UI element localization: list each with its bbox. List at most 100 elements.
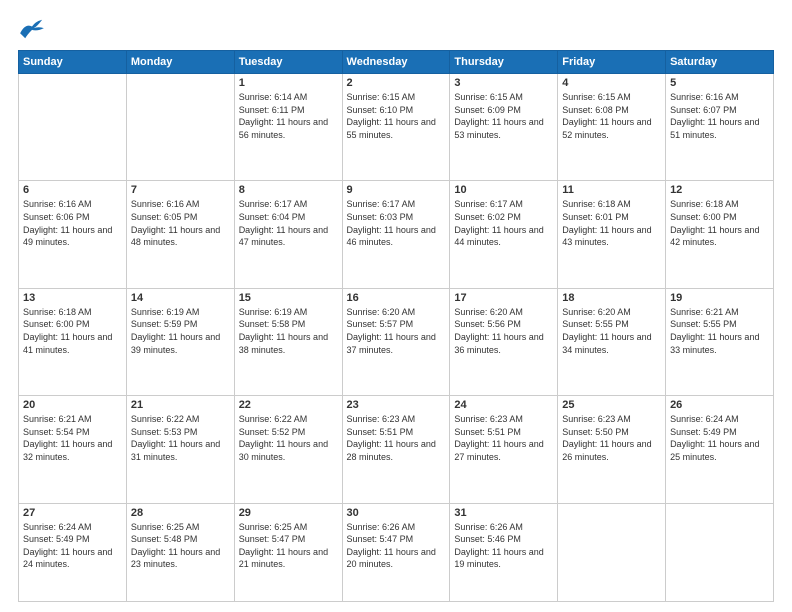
day-number: 23 xyxy=(347,399,446,411)
day-number: 5 xyxy=(670,77,769,89)
calendar-day-header: Sunday xyxy=(19,51,127,74)
calendar-cell xyxy=(19,74,127,181)
day-info: Sunrise: 6:22 AM Sunset: 5:53 PM Dayligh… xyxy=(131,413,230,463)
day-info: Sunrise: 6:25 AM Sunset: 5:48 PM Dayligh… xyxy=(131,521,230,571)
day-info: Sunrise: 6:18 AM Sunset: 6:01 PM Dayligh… xyxy=(562,198,661,248)
day-info: Sunrise: 6:15 AM Sunset: 6:08 PM Dayligh… xyxy=(562,91,661,141)
calendar-cell: 1 Sunrise: 6:14 AM Sunset: 6:11 PM Daylig… xyxy=(234,74,342,181)
day-info: Sunrise: 6:18 AM Sunset: 6:00 PM Dayligh… xyxy=(670,198,769,248)
day-number: 30 xyxy=(347,507,446,519)
day-info: Sunrise: 6:14 AM Sunset: 6:11 PM Dayligh… xyxy=(239,91,338,141)
day-info: Sunrise: 6:20 AM Sunset: 5:55 PM Dayligh… xyxy=(562,306,661,356)
calendar-cell: 17Sunrise: 6:20 AM Sunset: 5:56 PM Dayli… xyxy=(450,288,558,395)
day-number: 16 xyxy=(347,292,446,304)
calendar-week-row: 13 Sunrise: 6:18 AM Sunset: 6:00 PM Dayli… xyxy=(19,288,774,395)
day-info: Sunrise: 6:23 AM Sunset: 5:51 PM Dayligh… xyxy=(347,413,446,463)
calendar-cell: 8 Sunrise: 6:17 AM Sunset: 6:04 PM Daylig… xyxy=(234,181,342,288)
day-info: Sunrise: 6:25 AM Sunset: 5:47 PM Dayligh… xyxy=(239,521,338,571)
day-number: 25 xyxy=(562,399,661,411)
calendar-cell: 2 Sunrise: 6:15 AM Sunset: 6:10 PM Daylig… xyxy=(342,74,450,181)
day-number: 3 xyxy=(454,77,553,89)
calendar-week-row: 6 Sunrise: 6:16 AM Sunset: 6:06 PM Daylig… xyxy=(19,181,774,288)
day-number: 10 xyxy=(454,184,553,196)
calendar-day-header: Thursday xyxy=(450,51,558,74)
header xyxy=(18,18,774,40)
day-number: 9 xyxy=(347,184,446,196)
calendar-week-row: 27 Sunrise: 6:24 AM Sunset: 5:49 PM Dayli… xyxy=(19,503,774,601)
calendar-day-header: Saturday xyxy=(666,51,774,74)
calendar-cell: 29Sunrise: 6:25 AM Sunset: 5:47 PM Dayli… xyxy=(234,503,342,601)
day-number: 2 xyxy=(347,77,446,89)
calendar-cell: 14 Sunrise: 6:19 AM Sunset: 5:59 PM Dayli… xyxy=(126,288,234,395)
day-info: Sunrise: 6:23 AM Sunset: 5:51 PM Dayligh… xyxy=(454,413,553,463)
day-info: Sunrise: 6:24 AM Sunset: 5:49 PM Dayligh… xyxy=(23,521,122,571)
calendar-day-header: Monday xyxy=(126,51,234,74)
calendar-cell: 4 Sunrise: 6:15 AM Sunset: 6:08 PM Daylig… xyxy=(558,74,666,181)
day-number: 7 xyxy=(131,184,230,196)
calendar-cell: 11 Sunrise: 6:18 AM Sunset: 6:01 PM Dayli… xyxy=(558,181,666,288)
calendar-day-header: Wednesday xyxy=(342,51,450,74)
day-info: Sunrise: 6:16 AM Sunset: 6:07 PM Dayligh… xyxy=(670,91,769,141)
day-info: Sunrise: 6:19 AM Sunset: 5:59 PM Dayligh… xyxy=(131,306,230,356)
calendar-cell: 30Sunrise: 6:26 AM Sunset: 5:47 PM Dayli… xyxy=(342,503,450,601)
day-info: Sunrise: 6:17 AM Sunset: 6:03 PM Dayligh… xyxy=(347,198,446,248)
calendar-cell: 16Sunrise: 6:20 AM Sunset: 5:57 PM Dayli… xyxy=(342,288,450,395)
day-number: 15 xyxy=(239,292,338,304)
day-info: Sunrise: 6:15 AM Sunset: 6:10 PM Dayligh… xyxy=(347,91,446,141)
calendar-cell: 13 Sunrise: 6:18 AM Sunset: 6:00 PM Dayli… xyxy=(19,288,127,395)
page: SundayMondayTuesdayWednesdayThursdayFrid… xyxy=(0,0,792,612)
calendar-cell: 15 Sunrise: 6:19 AM Sunset: 5:58 PM Dayli… xyxy=(234,288,342,395)
calendar-cell: 26 Sunrise: 6:24 AM Sunset: 5:49 PM Dayli… xyxy=(666,396,774,503)
day-number: 20 xyxy=(23,399,122,411)
calendar-cell: 9 Sunrise: 6:17 AM Sunset: 6:03 PM Daylig… xyxy=(342,181,450,288)
calendar-cell: 23 Sunrise: 6:23 AM Sunset: 5:51 PM Dayli… xyxy=(342,396,450,503)
calendar-day-header: Tuesday xyxy=(234,51,342,74)
day-info: Sunrise: 6:17 AM Sunset: 6:02 PM Dayligh… xyxy=(454,198,553,248)
day-number: 1 xyxy=(239,77,338,89)
day-number: 4 xyxy=(562,77,661,89)
day-number: 18 xyxy=(562,292,661,304)
calendar-cell xyxy=(666,503,774,601)
calendar-week-row: 1 Sunrise: 6:14 AM Sunset: 6:11 PM Daylig… xyxy=(19,74,774,181)
day-number: 11 xyxy=(562,184,661,196)
day-number: 14 xyxy=(131,292,230,304)
day-number: 24 xyxy=(454,399,553,411)
day-info: Sunrise: 6:16 AM Sunset: 6:05 PM Dayligh… xyxy=(131,198,230,248)
calendar-cell: 7 Sunrise: 6:16 AM Sunset: 6:05 PM Daylig… xyxy=(126,181,234,288)
day-info: Sunrise: 6:15 AM Sunset: 6:09 PM Dayligh… xyxy=(454,91,553,141)
calendar-cell: 3 Sunrise: 6:15 AM Sunset: 6:09 PM Daylig… xyxy=(450,74,558,181)
calendar-day-header: Friday xyxy=(558,51,666,74)
day-number: 21 xyxy=(131,399,230,411)
day-info: Sunrise: 6:23 AM Sunset: 5:50 PM Dayligh… xyxy=(562,413,661,463)
day-number: 27 xyxy=(23,507,122,519)
calendar-cell xyxy=(126,74,234,181)
day-number: 12 xyxy=(670,184,769,196)
day-number: 31 xyxy=(454,507,553,519)
day-number: 17 xyxy=(454,292,553,304)
day-number: 13 xyxy=(23,292,122,304)
day-info: Sunrise: 6:16 AM Sunset: 6:06 PM Dayligh… xyxy=(23,198,122,248)
calendar-cell: 20Sunrise: 6:21 AM Sunset: 5:54 PM Dayli… xyxy=(19,396,127,503)
day-info: Sunrise: 6:22 AM Sunset: 5:52 PM Dayligh… xyxy=(239,413,338,463)
day-number: 28 xyxy=(131,507,230,519)
day-number: 19 xyxy=(670,292,769,304)
day-info: Sunrise: 6:19 AM Sunset: 5:58 PM Dayligh… xyxy=(239,306,338,356)
calendar-cell: 27 Sunrise: 6:24 AM Sunset: 5:49 PM Dayli… xyxy=(19,503,127,601)
day-number: 8 xyxy=(239,184,338,196)
calendar-cell: 19 Sunrise: 6:21 AM Sunset: 5:55 PM Dayli… xyxy=(666,288,774,395)
day-number: 26 xyxy=(670,399,769,411)
day-info: Sunrise: 6:21 AM Sunset: 5:55 PM Dayligh… xyxy=(670,306,769,356)
calendar-cell: 28 Sunrise: 6:25 AM Sunset: 5:48 PM Dayli… xyxy=(126,503,234,601)
calendar-header-row: SundayMondayTuesdayWednesdayThursdayFrid… xyxy=(19,51,774,74)
day-number: 6 xyxy=(23,184,122,196)
day-info: Sunrise: 6:18 AM Sunset: 6:00 PM Dayligh… xyxy=(23,306,122,356)
calendar-cell: 10 Sunrise: 6:17 AM Sunset: 6:02 PM Dayli… xyxy=(450,181,558,288)
calendar-cell: 21 Sunrise: 6:22 AM Sunset: 5:53 PM Dayli… xyxy=(126,396,234,503)
calendar-cell: 31Sunrise: 6:26 AM Sunset: 5:46 PM Dayli… xyxy=(450,503,558,601)
calendar-cell: 24 Sunrise: 6:23 AM Sunset: 5:51 PM Dayli… xyxy=(450,396,558,503)
day-info: Sunrise: 6:24 AM Sunset: 5:49 PM Dayligh… xyxy=(670,413,769,463)
calendar-table: SundayMondayTuesdayWednesdayThursdayFrid… xyxy=(18,50,774,602)
day-info: Sunrise: 6:17 AM Sunset: 6:04 PM Dayligh… xyxy=(239,198,338,248)
calendar-cell: 22Sunrise: 6:22 AM Sunset: 5:52 PM Dayli… xyxy=(234,396,342,503)
calendar-cell: 6 Sunrise: 6:16 AM Sunset: 6:06 PM Daylig… xyxy=(19,181,127,288)
